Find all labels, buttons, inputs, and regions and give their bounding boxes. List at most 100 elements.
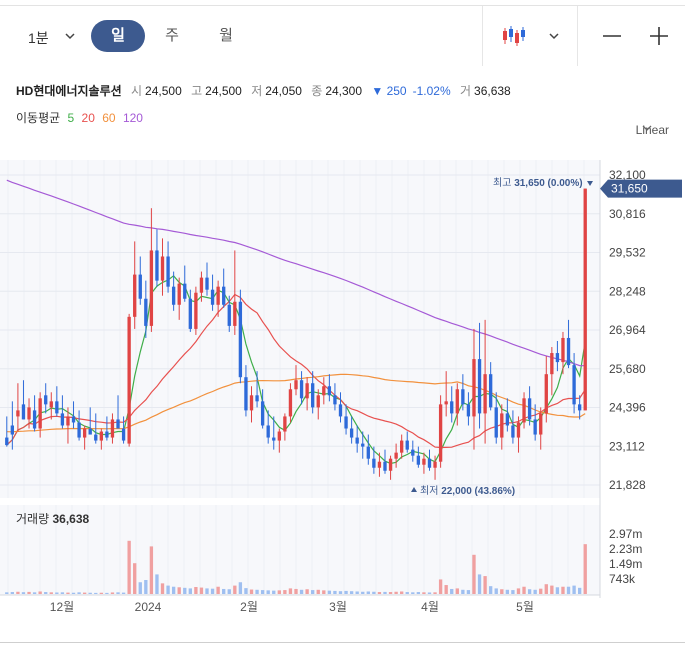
candle	[283, 416, 287, 432]
candle	[49, 401, 53, 408]
volume-bar	[60, 592, 65, 594]
volume-bar	[133, 563, 137, 594]
volume-bar	[488, 586, 493, 594]
candle	[572, 365, 576, 405]
volume-bar	[322, 590, 326, 594]
candle	[60, 413, 65, 426]
candle	[166, 256, 170, 287]
volume-bar	[260, 590, 265, 594]
candle	[205, 277, 209, 290]
candle	[210, 289, 215, 305]
x-tick-label: 2월	[240, 600, 258, 614]
volume-bar	[438, 579, 443, 594]
volume-bar	[21, 592, 26, 594]
volume-bar	[233, 585, 237, 594]
candle	[149, 250, 154, 326]
volume-bar	[316, 589, 320, 594]
volume-bar	[116, 592, 120, 594]
volume-bar	[127, 540, 131, 594]
volume-bar	[82, 592, 87, 594]
candle	[388, 458, 393, 471]
candle	[94, 434, 98, 441]
candle	[121, 428, 126, 441]
volume-bar	[99, 592, 104, 594]
y-tick-label: 21,828	[609, 478, 646, 492]
candle	[216, 286, 220, 305]
volume-bar	[249, 589, 254, 594]
volume-bar	[222, 588, 226, 594]
candle	[372, 458, 376, 468]
candle	[477, 359, 482, 414]
candle	[438, 404, 443, 462]
candle	[366, 446, 370, 459]
volume-bar	[238, 582, 243, 594]
volume-bar	[305, 589, 309, 594]
volume-bar	[160, 583, 165, 594]
candle	[311, 383, 315, 408]
volume-bar	[5, 592, 9, 594]
candle	[466, 404, 471, 417]
candle	[55, 401, 59, 414]
volume-bar	[272, 590, 276, 594]
volume-bar	[494, 588, 498, 594]
volume-bar	[66, 592, 70, 594]
volume-bar	[205, 588, 209, 594]
price-chart[interactable]: 거래량 36,638 32,10030,81629,53228,24826,96…	[0, 0, 685, 646]
volume-bar	[16, 591, 20, 594]
candle	[361, 443, 365, 447]
candle	[461, 389, 465, 405]
volume-bar	[266, 590, 270, 594]
volume-tick-label: 2.97m	[609, 527, 642, 541]
volume-bar	[566, 586, 571, 594]
volume-bar	[477, 574, 482, 594]
low-marker-value: 22,000 (43.86%)	[441, 486, 515, 497]
volume-bar	[244, 588, 248, 594]
candle	[533, 419, 537, 435]
candle	[99, 431, 104, 441]
volume-tick-label: 2.23m	[609, 542, 642, 556]
volume-bar	[277, 590, 281, 594]
candle	[577, 404, 582, 411]
volume-bar	[327, 590, 332, 594]
candle	[44, 395, 48, 405]
candle	[77, 422, 81, 438]
volume-tick-label: 743k	[609, 572, 636, 586]
candle	[550, 353, 554, 375]
last-price-label: 31,650	[611, 182, 648, 196]
volume-bar	[49, 592, 53, 594]
volume-bar	[483, 576, 487, 594]
candle	[38, 398, 42, 429]
candle	[416, 455, 421, 465]
candle	[138, 274, 142, 299]
candle	[288, 389, 293, 417]
candle	[383, 461, 387, 471]
candle	[144, 298, 148, 326]
candle	[494, 407, 498, 438]
volume-bar	[577, 587, 582, 594]
volume-bar	[555, 587, 560, 594]
volume-bar	[422, 592, 426, 594]
x-tick-label: 4월	[421, 600, 439, 614]
candle	[377, 461, 382, 468]
candle	[88, 428, 92, 435]
candle	[233, 301, 237, 326]
volume-tick-label: 1.49m	[609, 557, 642, 571]
volume-bar	[522, 586, 526, 594]
volume-bar	[210, 588, 215, 594]
candle	[222, 286, 226, 305]
candle	[32, 410, 37, 429]
volume-bar	[527, 589, 532, 594]
candle	[116, 419, 120, 429]
volume-bar	[55, 592, 59, 594]
volume-bar	[511, 590, 515, 594]
volume-bar	[155, 574, 159, 594]
y-tick-label: 28,248	[609, 284, 646, 298]
candle	[500, 413, 504, 438]
candle	[433, 461, 437, 468]
candle	[472, 359, 476, 417]
volume-bar	[450, 588, 454, 594]
volume-plot-area	[0, 505, 600, 595]
candle	[561, 337, 565, 363]
volume-bar	[338, 591, 343, 594]
volume-bar	[344, 590, 348, 594]
